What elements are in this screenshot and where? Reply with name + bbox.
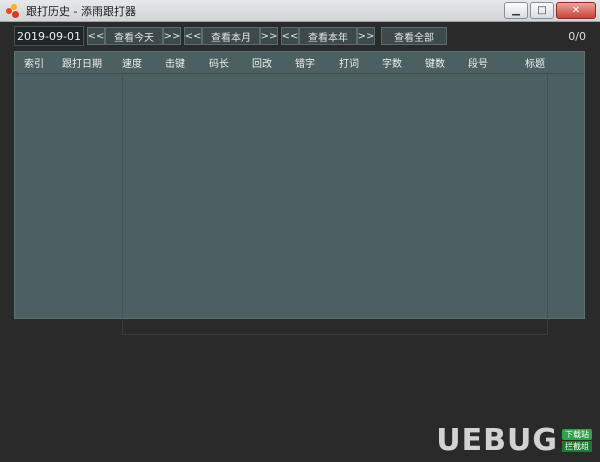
next-month-button[interactable]: >>: [260, 27, 278, 45]
maximize-icon: □: [537, 4, 547, 16]
col-index[interactable]: 索引: [15, 55, 53, 70]
col-title[interactable]: 标题: [499, 55, 571, 70]
prev-month-button[interactable]: <<: [184, 27, 202, 45]
view-today-button[interactable]: 查看今天: [105, 27, 163, 45]
col-keystroke[interactable]: 击键: [153, 55, 197, 70]
maximize-button[interactable]: □: [530, 2, 554, 19]
view-all-button[interactable]: 查看全部: [381, 27, 447, 45]
col-code-length[interactable]: 码长: [197, 55, 241, 70]
record-count: 0/0: [568, 29, 586, 43]
title-bar: 跟打历史 - 添雨跟打器 ▁ □ ✕: [0, 0, 600, 22]
watermark-logo: UEBUG: [436, 423, 558, 458]
watermark: UEBUG 下载站 拦截组: [436, 423, 592, 458]
window-controls: ▁ □ ✕: [504, 2, 596, 19]
col-date[interactable]: 跟打日期: [53, 55, 111, 70]
history-window: 2019-09-01 << 查看今天 >> << 查看本月 >> << 查看本年…: [0, 23, 600, 462]
window-title: 跟打历史 - 添雨跟打器: [26, 4, 136, 18]
close-button[interactable]: ✕: [556, 2, 596, 19]
col-errors[interactable]: 错字: [283, 55, 327, 70]
col-char-count[interactable]: 字数: [371, 55, 413, 70]
view-year-button[interactable]: 查看本年: [299, 27, 357, 45]
col-backspace[interactable]: 回改: [241, 55, 283, 70]
current-date: 2019-09-01: [14, 26, 84, 46]
minimize-button[interactable]: ▁: [504, 2, 528, 19]
col-key-count[interactable]: 键数: [413, 55, 457, 70]
close-icon: ✕: [571, 4, 581, 16]
next-day-button[interactable]: >>: [163, 27, 181, 45]
next-year-button[interactable]: >>: [357, 27, 375, 45]
col-words-typed[interactable]: 打词: [327, 55, 371, 70]
prev-year-button[interactable]: <<: [281, 27, 299, 45]
toolbar: 2019-09-01 << 查看今天 >> << 查看本月 >> << 查看本年…: [14, 26, 588, 46]
minimize-icon: ▁: [512, 4, 520, 16]
watermark-badge: 下载站 拦截组: [562, 429, 592, 452]
background-window-ghost: [122, 73, 548, 335]
watermark-badge-top: 下载站: [562, 429, 592, 440]
table-header: 索引 跟打日期 速度 击键 码长 回改 错字 打词 字数 键数 段号 标题: [15, 52, 584, 74]
prev-day-button[interactable]: <<: [87, 27, 105, 45]
view-month-button[interactable]: 查看本月: [202, 27, 260, 45]
col-speed[interactable]: 速度: [111, 55, 153, 70]
watermark-badge-bottom: 拦截组: [562, 441, 592, 452]
app-logo-icon: [6, 3, 20, 18]
col-paragraph[interactable]: 段号: [457, 55, 499, 70]
